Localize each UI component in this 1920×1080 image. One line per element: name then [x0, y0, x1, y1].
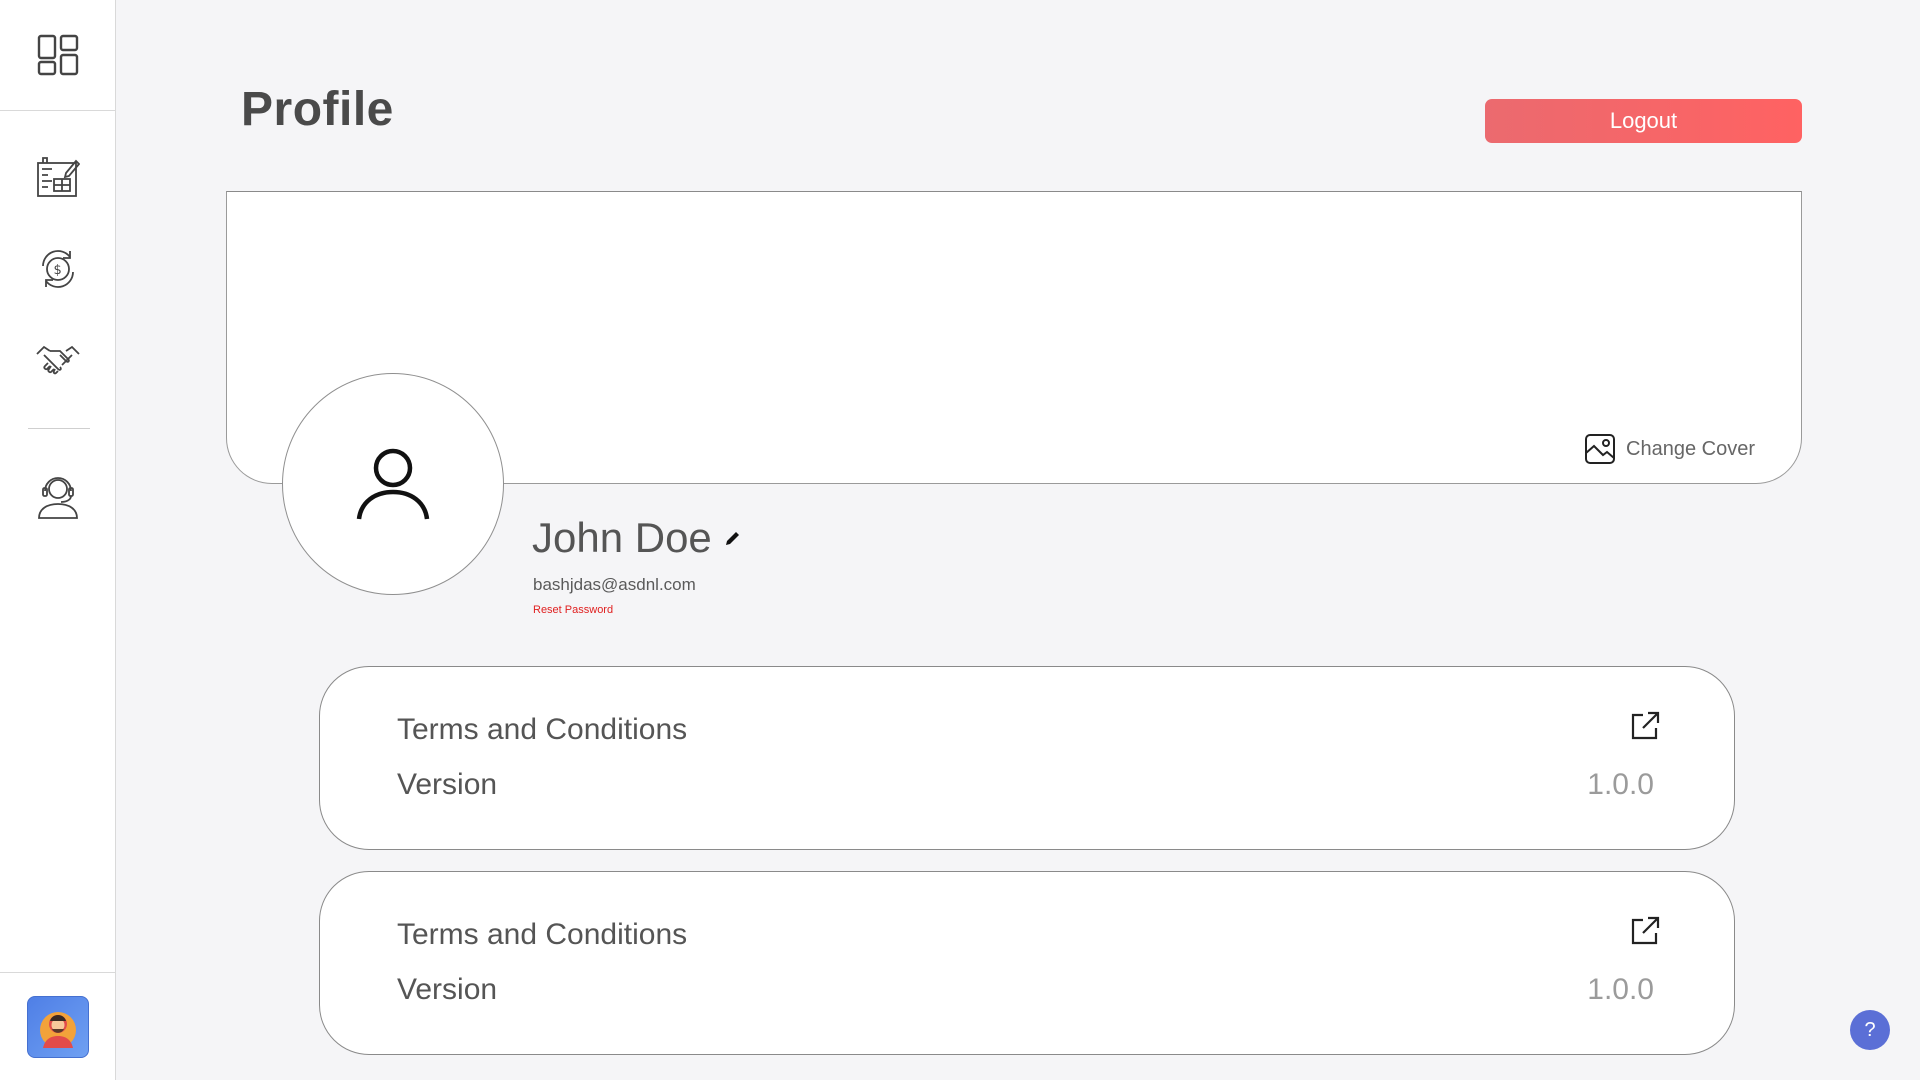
sidebar-item-deals[interactable]	[0, 331, 116, 391]
user-avatar-button[interactable]	[27, 995, 89, 1058]
change-cover-label: Change Cover	[1626, 437, 1755, 460]
version-label: Version	[397, 973, 498, 1006]
svg-text:$: $	[54, 263, 62, 278]
sidebar-item-plans[interactable]	[0, 147, 116, 207]
handshake-icon	[36, 345, 80, 375]
sidebar: $	[0, 0, 116, 1080]
help-button[interactable]: ?	[1850, 1010, 1890, 1050]
sidebar-item-support[interactable]	[0, 467, 116, 527]
external-link-button[interactable]	[1630, 711, 1660, 741]
sidebar-footer	[0, 972, 116, 1080]
user-avatar-icon	[40, 1011, 76, 1048]
change-cover-button[interactable]: Change Cover	[1584, 433, 1755, 465]
user-icon	[356, 448, 430, 520]
dollar-cycle-icon: $	[42, 250, 74, 288]
external-link-icon	[1631, 916, 1660, 945]
blueprint-icon	[37, 157, 80, 197]
terms-link[interactable]: Terms and Conditions	[397, 713, 687, 747]
version-label: Version	[397, 768, 498, 801]
support-agent-icon	[38, 477, 78, 519]
reset-password-link[interactable]: Reset Password	[533, 604, 613, 616]
edit-name-button[interactable]	[724, 529, 742, 547]
profile-email: bashjdas@asdnl.com	[533, 575, 696, 594]
version-value: 1.0.0	[1587, 973, 1654, 1006]
info-card: Terms and Conditions Version 1.0.0	[319, 666, 1735, 850]
pencil-icon	[725, 532, 739, 545]
page-title: Profile	[241, 83, 394, 136]
terms-link[interactable]: Terms and Conditions	[397, 918, 687, 952]
logout-button[interactable]: Logout	[1485, 99, 1802, 143]
sidebar-item-finance[interactable]: $	[0, 239, 116, 299]
sidebar-divider	[28, 428, 90, 429]
version-value: 1.0.0	[1587, 768, 1654, 801]
profile-avatar[interactable]	[282, 373, 504, 595]
external-link-icon	[1631, 711, 1660, 740]
info-card: Terms and Conditions Version 1.0.0	[319, 871, 1735, 1055]
profile-name-row: John Doe	[532, 514, 742, 562]
dashboard-nav-item[interactable]	[0, 0, 115, 111]
profile-name: John Doe	[532, 514, 712, 561]
image-icon	[1585, 434, 1616, 464]
external-link-button[interactable]	[1630, 916, 1660, 946]
dashboard-grid-icon	[37, 34, 78, 76]
